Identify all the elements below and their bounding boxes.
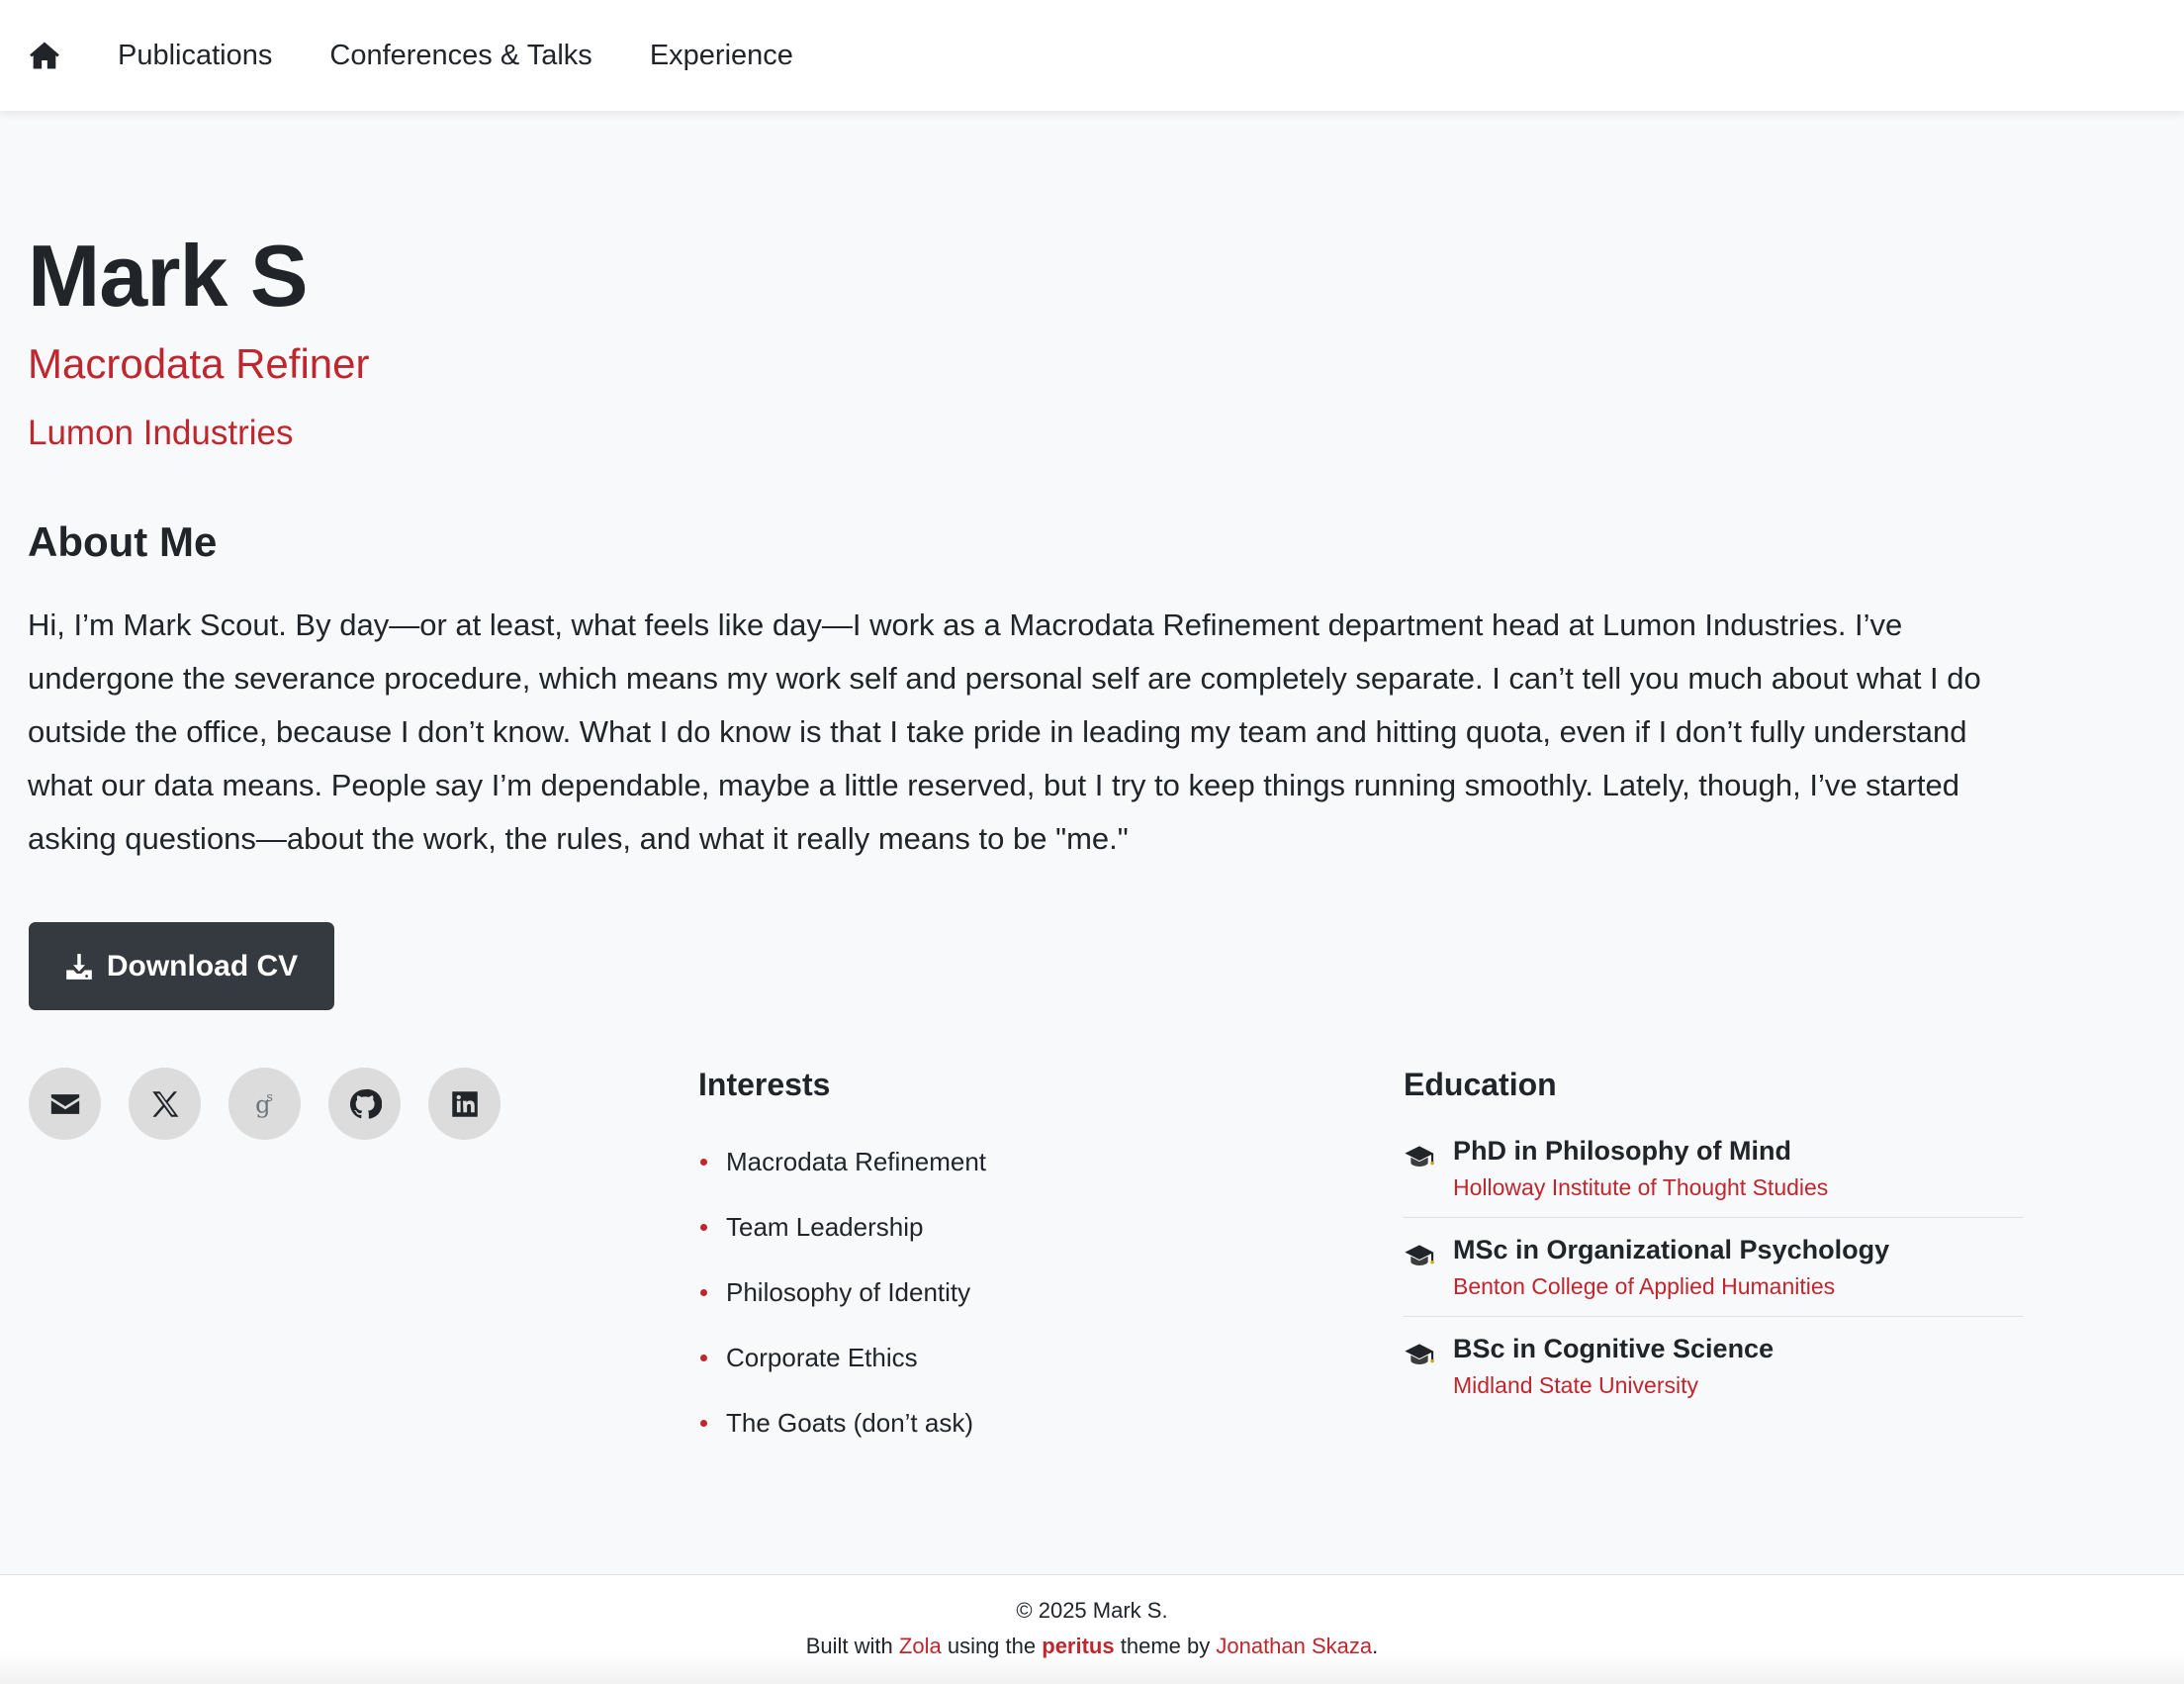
bullet-icon	[700, 1355, 707, 1361]
about-text: Hi, I’m Mark Scout. By day—or at least, …	[28, 608, 1981, 856]
interest-label: Macrodata Refinement	[726, 1147, 987, 1176]
interest-label: Corporate Ethics	[726, 1343, 918, 1372]
degree-title: PhD in Philosophy of Mind	[1453, 1136, 1791, 1166]
email-icon	[50, 1093, 79, 1114]
interest-label: Team Leadership	[726, 1212, 924, 1242]
footer-credits: Built with Zola using the peritus theme …	[0, 1629, 2184, 1664]
profile-name: Mark S	[28, 227, 309, 325]
list-item: Corporate Ethics	[698, 1325, 1312, 1390]
bullet-icon	[700, 1159, 707, 1166]
degree-title: BSc in Cognitive Science	[1453, 1334, 1774, 1363]
linkedin-icon	[451, 1090, 478, 1117]
graduation-cap-icon	[1404, 1339, 1435, 1370]
interests-heading: Interests	[698, 1067, 831, 1102]
bullet-icon	[700, 1289, 707, 1296]
download-icon	[65, 953, 93, 981]
footer-built-prefix: Built with	[805, 1634, 893, 1658]
footer-period: .	[1372, 1634, 1379, 1658]
navbar: Publications Conferences & Talks Experie…	[0, 0, 2184, 111]
education-heading: Education	[1404, 1067, 1557, 1102]
x-link[interactable]	[129, 1068, 201, 1140]
degree-title: MSc in Organizational Psychology	[1453, 1235, 1890, 1264]
school-name: Holloway Institute of Thought Studies	[1453, 1174, 1829, 1200]
list-item: PhD in Philosophy of Mind Holloway Insti…	[1404, 1133, 2023, 1218]
svg-text:s: s	[266, 1090, 273, 1105]
social-links: gs	[29, 1068, 528, 1140]
linkedin-link[interactable]	[428, 1068, 500, 1140]
list-item: Macrodata Refinement	[698, 1129, 1312, 1194]
nav-link-publications[interactable]: Publications	[118, 40, 272, 72]
bullet-icon	[700, 1420, 707, 1427]
profile-organization-link[interactable]: Lumon Industries	[28, 414, 293, 453]
footer-copyright: © 2025 Mark S.	[1016, 1598, 1168, 1623]
graduation-cap-icon	[1404, 1240, 1435, 1271]
interests-section: Interests Macrodata Refinement Team Lead…	[698, 1067, 1312, 1455]
email-link[interactable]	[29, 1068, 101, 1140]
download-cv-button[interactable]: Download CV	[29, 922, 334, 1010]
x-icon	[151, 1090, 178, 1117]
github-icon	[349, 1088, 382, 1119]
peritus-theme-link[interactable]: peritus	[1042, 1634, 1114, 1658]
download-cv-label: Download CV	[106, 949, 299, 982]
nav-link-conferences-talks[interactable]: Conferences & Talks	[329, 40, 592, 72]
google-scholar-link[interactable]: gs	[228, 1068, 301, 1140]
interests-list: Macrodata Refinement Team Leadership Phi…	[698, 1129, 1312, 1455]
interest-label: Philosophy of Identity	[726, 1277, 971, 1307]
school-name: Benton College of Applied Humanities	[1453, 1273, 1836, 1299]
author-link[interactable]: Jonathan Skaza	[1216, 1634, 1372, 1658]
education-list: PhD in Philosophy of Mind Holloway Insti…	[1404, 1133, 2023, 1416]
education-section: Education PhD in Philosophy of Mind Holl…	[1404, 1067, 2023, 1430]
home-icon[interactable]	[28, 39, 61, 72]
graduation-cap-icon	[1404, 1141, 1435, 1172]
nav-link-experience[interactable]: Experience	[650, 40, 793, 72]
list-item: The Goats (don’t ask)	[698, 1390, 1312, 1455]
google-scholar-icon: gs	[255, 1090, 273, 1118]
bullet-icon	[700, 1224, 707, 1231]
profile-role: Macrodata Refiner	[28, 340, 370, 387]
list-item: Team Leadership	[698, 1194, 1312, 1260]
footer: © 2025 Mark S. Built with Zola using the…	[0, 1574, 2184, 1684]
list-item: BSc in Cognitive Science Midland State U…	[1404, 1331, 2023, 1416]
interest-label: The Goats (don’t ask)	[726, 1408, 973, 1438]
list-item: MSc in Organizational Psychology Benton …	[1404, 1232, 2023, 1317]
school-name: Midland State University	[1453, 1372, 1698, 1398]
zola-link[interactable]: Zola	[899, 1634, 942, 1658]
footer-theme-by: theme by	[1120, 1634, 1211, 1658]
list-item: Philosophy of Identity	[698, 1260, 1312, 1325]
footer-using-the: using the	[947, 1634, 1037, 1658]
github-link[interactable]	[328, 1068, 401, 1140]
about-heading: About Me	[28, 518, 218, 565]
